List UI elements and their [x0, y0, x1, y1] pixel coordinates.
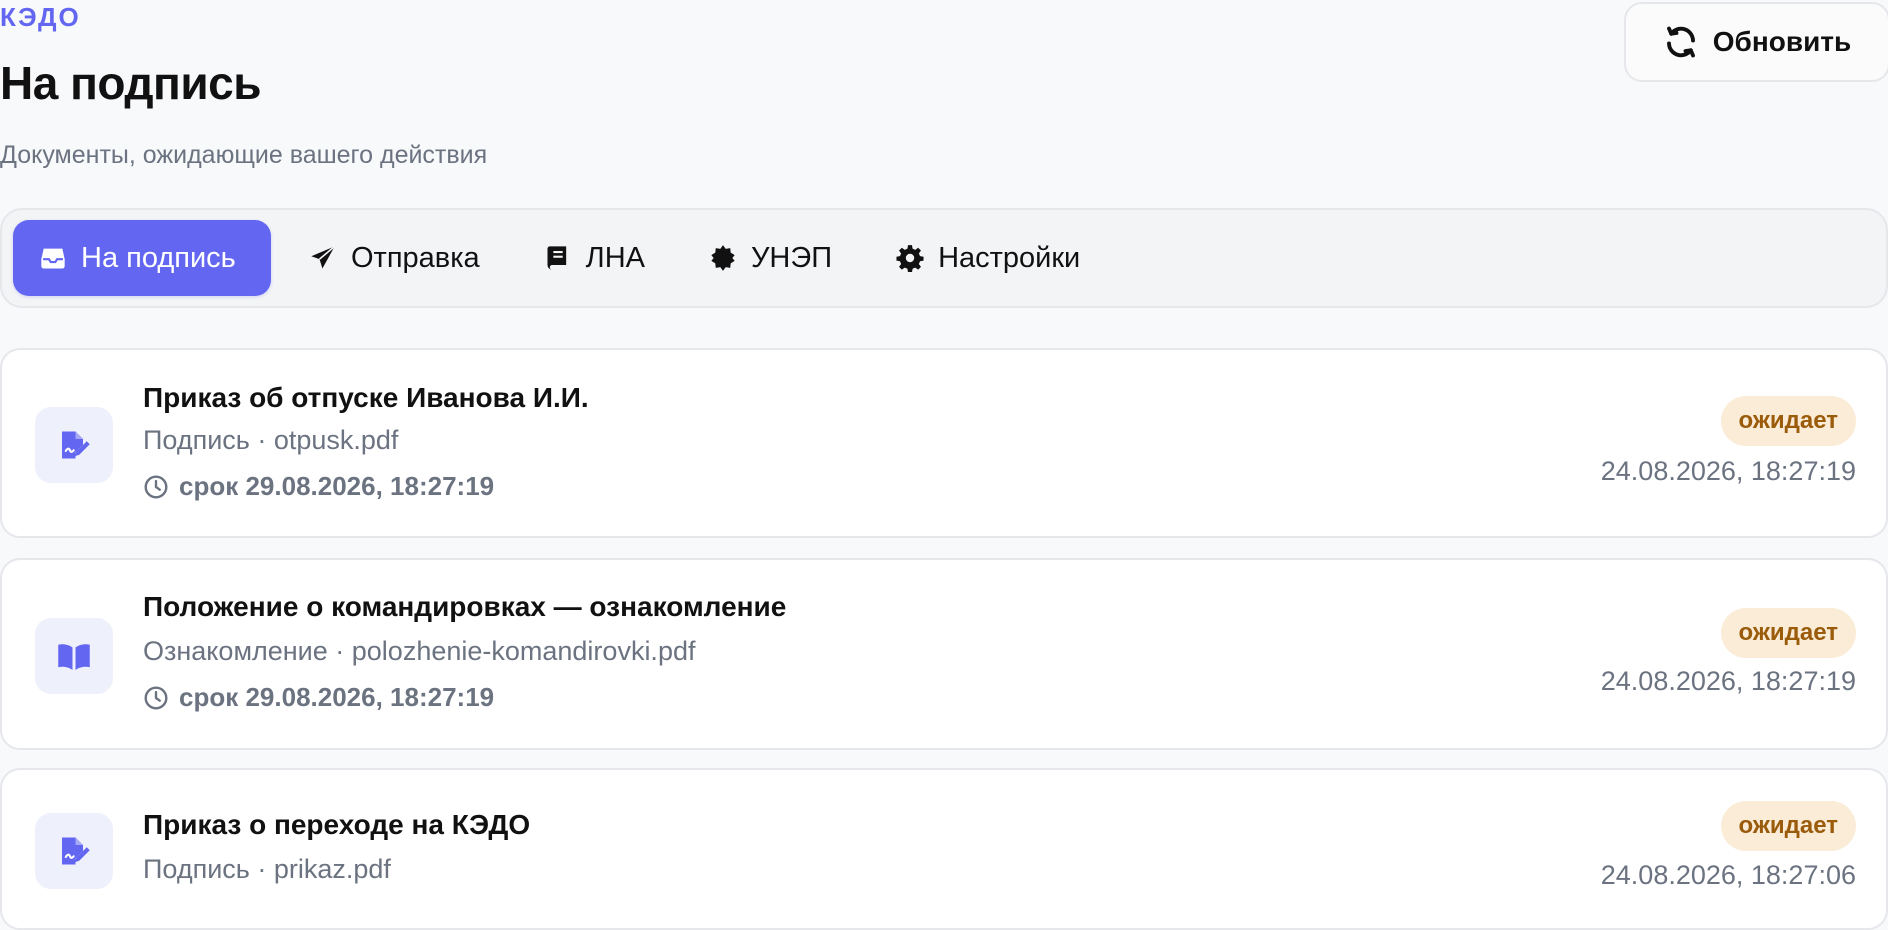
- certificate-icon: [709, 244, 737, 272]
- document-date: 24.08.2026, 18:27:19: [1600, 666, 1856, 696]
- status-badge: ожидает: [1720, 396, 1856, 446]
- brand-label: КЭДО: [0, 2, 81, 32]
- document-title: Приказ об отпуске Иванова И.И.: [143, 382, 589, 413]
- book-icon: [544, 244, 572, 272]
- document-title: Приказ о переходе на КЭДО: [143, 809, 531, 840]
- inbox-icon: [39, 244, 67, 272]
- clock-icon: [143, 474, 169, 500]
- refresh-label: Обновить: [1712, 26, 1852, 57]
- tab-unep[interactable]: УНЭП: [683, 220, 858, 296]
- tab-settings[interactable]: Настройки: [870, 220, 1106, 296]
- document-card[interactable]: Приказ об отпуске Иванова И.И. Подпись ·…: [0, 348, 1888, 538]
- deadline-text: срок 29.08.2026, 18:27:19: [179, 471, 495, 501]
- document-meta: Подпись · otpusk.pdf: [143, 425, 399, 455]
- deadline-text: срок 29.08.2026, 18:27:19: [179, 682, 495, 712]
- page: КЭДО На подпись Документы, ожидающие ваш…: [0, 0, 1888, 930]
- signature-icon: [35, 813, 113, 889]
- refresh-icon: [1663, 24, 1699, 60]
- document-card[interactable]: Приказ о переходе на КЭДО Подпись · prik…: [0, 768, 1888, 930]
- document-card[interactable]: Положение о командировках — ознакомление…: [0, 558, 1888, 750]
- status-badge: ожидает: [1720, 801, 1856, 851]
- page-title: На подпись: [0, 57, 261, 109]
- tab-label: Отправка: [351, 241, 480, 274]
- signature-icon: [35, 407, 113, 483]
- paper-plane-icon: [309, 244, 337, 272]
- document-deadline: срок 29.08.2026, 18:27:19: [143, 471, 494, 502]
- tab-lna[interactable]: ЛНА: [518, 220, 671, 296]
- tab-label: Настройки: [938, 241, 1081, 274]
- gear-icon: [896, 244, 924, 272]
- page-subtitle: Документы, ожидающие вашего действия: [0, 141, 488, 169]
- refresh-button[interactable]: Обновить: [1624, 2, 1888, 82]
- clock-icon: [143, 685, 169, 711]
- document-date: 24.08.2026, 18:27:06: [1600, 860, 1856, 890]
- tab-sign[interactable]: На подпись: [13, 220, 271, 296]
- tab-label: На подпись: [81, 241, 236, 274]
- tab-label: ЛНА: [585, 241, 645, 274]
- document-date: 24.08.2026, 18:27:19: [1600, 456, 1856, 486]
- open-book-icon: [35, 618, 113, 694]
- document-meta: Ознакомление · polozhenie-komandirovki.p…: [143, 636, 696, 666]
- document-deadline: срок 29.08.2026, 18:27:19: [143, 682, 494, 713]
- tab-label: УНЭП: [751, 241, 833, 274]
- document-title: Положение о командировках — ознакомление: [143, 591, 787, 622]
- tab-send[interactable]: Отправка: [283, 220, 506, 296]
- status-badge: ожидает: [1720, 608, 1856, 658]
- tab-bar: На подпись Отправка ЛНА УНЭП Настройки: [0, 208, 1888, 308]
- document-meta: Подпись · prikaz.pdf: [143, 854, 391, 884]
